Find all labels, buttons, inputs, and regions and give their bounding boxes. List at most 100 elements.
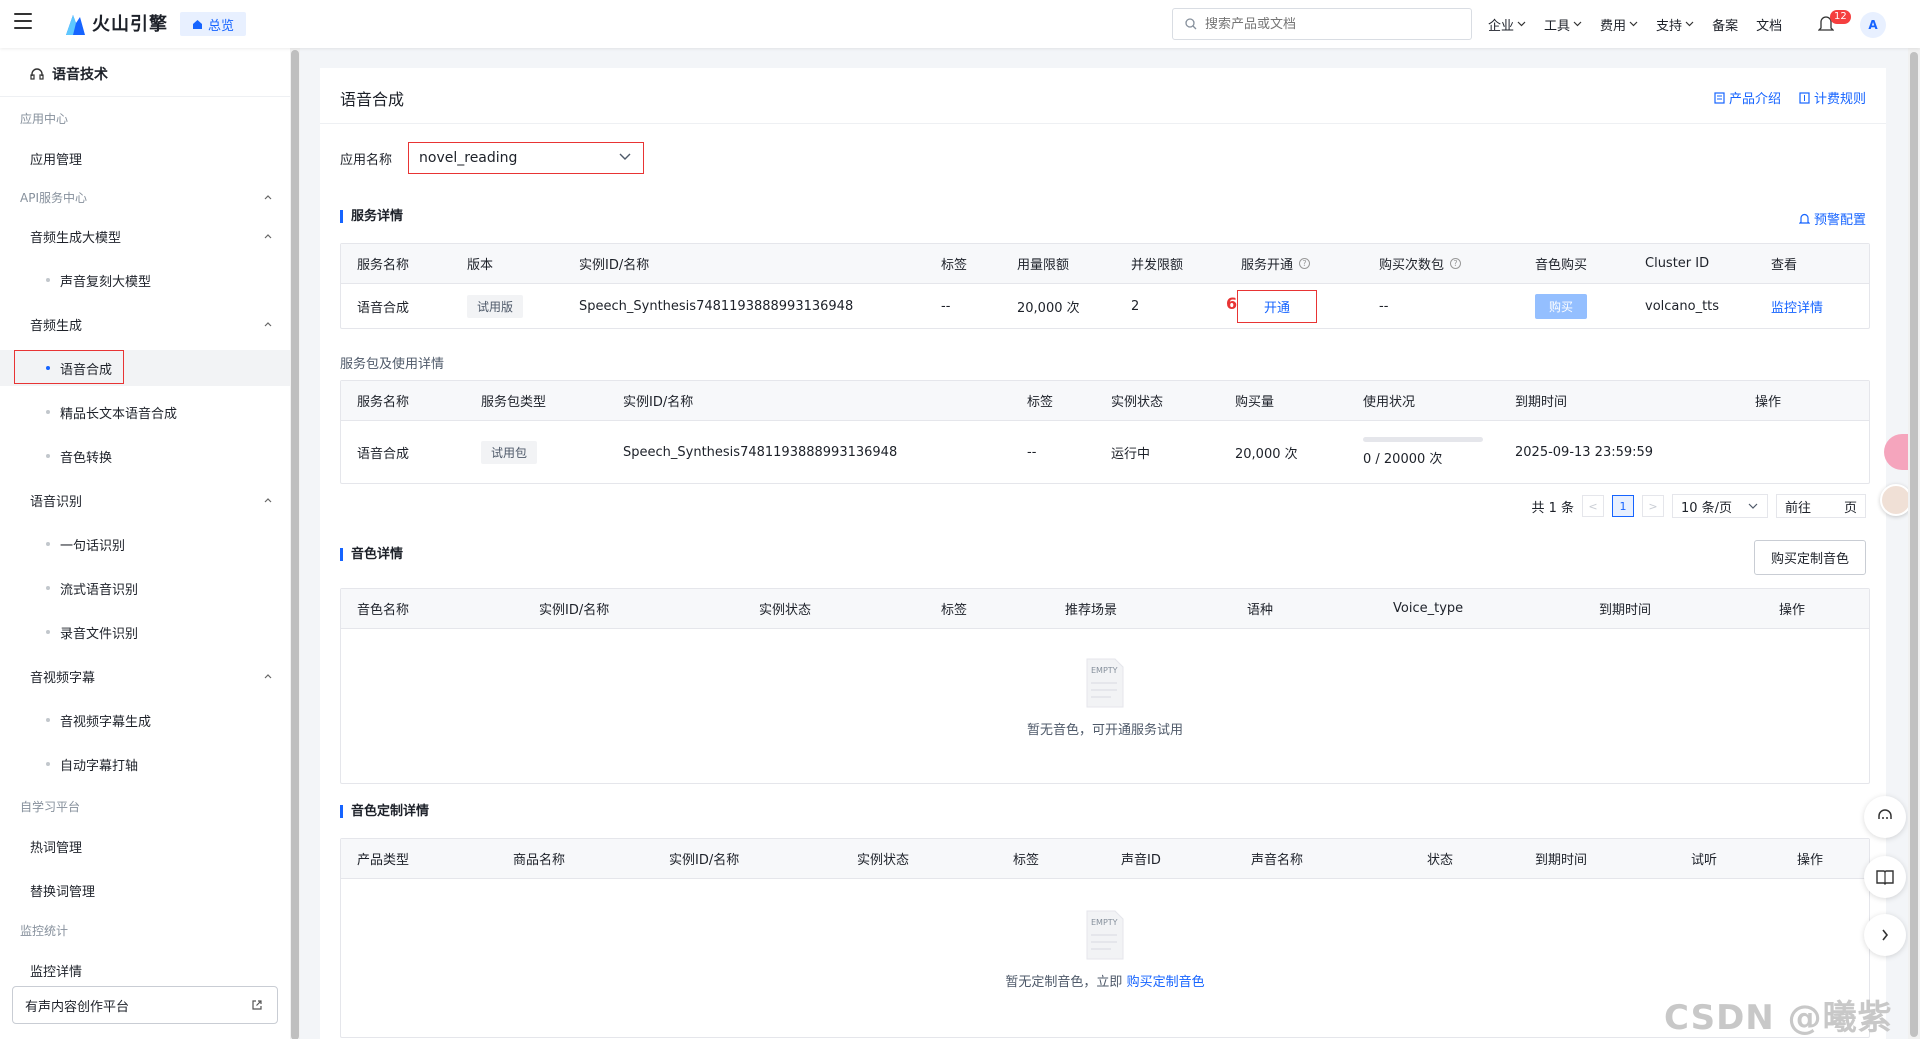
app-name-row: 应用名称 novel_reading xyxy=(340,142,645,174)
nav-billing[interactable]: 费用 xyxy=(1600,15,1638,34)
sidebar-item-asr[interactable]: 语音识别 xyxy=(0,482,290,518)
table-header: 服务名称 服务包类型 实例ID/名称 标签 实例状态 购买量 使用状况 到期时间… xyxy=(341,381,1869,421)
divider xyxy=(0,96,290,97)
app-name-value: novel_reading xyxy=(419,150,518,166)
table-header: 音色名称 实例ID/名称 实例状态 标签 推荐场景 语种 Voice_type … xyxy=(341,589,1869,629)
app-name-select[interactable]: novel_reading xyxy=(408,142,645,174)
col-instance: 实例ID/名称 xyxy=(623,395,694,410)
audio-creation-platform-link[interactable]: 有声内容创作平台 xyxy=(12,986,278,1024)
main-panel: 语音合成 产品介绍 计费规则 应用名称 novel_reading 服务详情 预… xyxy=(320,68,1886,1039)
goto-page-input[interactable]: 前往页 xyxy=(1776,494,1866,518)
tag-value: -- xyxy=(941,298,951,314)
nav-enterprise[interactable]: 企业 xyxy=(1488,15,1526,34)
empty-state: EMPTY 暂无定制音色，立即 购买定制音色 xyxy=(341,909,1869,990)
chevron-down-icon xyxy=(619,153,631,160)
menu-icon[interactable] xyxy=(14,13,32,29)
service-detail-table: 服务名称 版本 实例ID/名称 标签 用量限额 并发限额 服务开通? 购买次数包… xyxy=(340,243,1870,329)
col-expire: 到期时间 xyxy=(1599,603,1652,618)
cluster-id: volcano_tts xyxy=(1645,298,1720,314)
sidebar-item-av-subtitle-gen[interactable]: 音视频字幕生成 xyxy=(0,702,290,738)
open-service-button[interactable]: 6 开通 xyxy=(1226,289,1318,323)
sidebar-item-auto-subtitle-align[interactable]: 自动字幕打轴 xyxy=(0,746,290,782)
voice-buy-button[interactable]: 购买 xyxy=(1535,293,1588,319)
sidebar-item-voice-clone-llm[interactable]: 声音复刻大模型 xyxy=(0,262,290,298)
help-icon[interactable]: ? xyxy=(1299,258,1311,269)
usage-progress-bar xyxy=(1363,437,1483,442)
buy-packs: -- xyxy=(1379,298,1389,314)
sidebar-item-av-subtitle[interactable]: 音视频字幕 xyxy=(0,658,290,694)
overview-tag[interactable]: 总览 xyxy=(180,12,247,36)
col-cluster-id: Cluster ID xyxy=(1645,256,1710,271)
version-cell: 试用版 xyxy=(467,284,524,328)
chevron-right-icon xyxy=(1882,929,1889,941)
prev-page-button[interactable]: < xyxy=(1582,495,1604,517)
sidebar-item-app-mgmt[interactable]: 应用管理 xyxy=(0,140,290,176)
sidebar-item-audio-gen[interactable]: 音频生成 xyxy=(0,306,290,342)
page-number[interactable]: 1 xyxy=(1612,495,1634,517)
search-box[interactable] xyxy=(1172,8,1472,40)
sidebar-item-voice-conversion[interactable]: 音色转换 xyxy=(0,438,290,474)
billing-rules-link[interactable]: 计费规则 xyxy=(1799,88,1866,107)
concurrency: 2 xyxy=(1131,298,1140,314)
alert-config-link[interactable]: 预警配置 xyxy=(1798,209,1866,228)
status-value: 运行中 xyxy=(1111,446,1151,462)
buy-custom-voice-button[interactable]: 购买定制音色 xyxy=(1753,540,1866,575)
sidebar-title: 语音技术 xyxy=(30,64,108,84)
headset-icon xyxy=(30,68,44,80)
expand-button[interactable] xyxy=(1864,914,1906,956)
sidebar-group-api-center[interactable]: API服务中心 xyxy=(0,179,290,215)
sidebar-item-monitor-detail[interactable]: 监控详情 xyxy=(0,952,290,988)
table-row: 语音合成 试用版 Speech_Synthesis748119388899313… xyxy=(341,284,1869,328)
col-view: 查看 xyxy=(1771,258,1798,273)
sidebar-item-sentence-asr[interactable]: 一句话识别 xyxy=(0,526,290,562)
version-tag: 试用版 xyxy=(467,294,524,318)
sidebar-item-premium-long-tts[interactable]: 精品长文本语音合成 xyxy=(0,394,290,430)
watermark: CSDN @曦紫沐 xyxy=(1664,998,1893,1038)
monitor-detail-link[interactable]: 监控详情 xyxy=(1771,284,1823,328)
table-header: 服务名称 版本 实例ID/名称 标签 用量限额 并发限额 服务开通? 购买次数包… xyxy=(341,244,1869,284)
custom-voice-detail-title: 音色定制详情 xyxy=(340,805,429,818)
empty-icon: EMPTY xyxy=(1086,658,1124,708)
page-title: 语音合成 xyxy=(340,90,405,109)
nav-tools[interactable]: 工具 xyxy=(1544,15,1582,34)
top-nav: 企业 工具 费用 支持 备案 文档 xyxy=(1488,0,1800,48)
instance-id: Speech_Synthesis7481193888993136948 xyxy=(579,298,854,314)
buy-custom-voice-link[interactable]: 购买定制音色 xyxy=(1127,975,1205,990)
page-scrollbar[interactable] xyxy=(1908,48,1920,1039)
package-type-tag: 试用包 xyxy=(481,440,538,464)
sidebar-item-hotword-mgmt[interactable]: 热词管理 xyxy=(0,828,290,864)
sidebar-group-monitoring: 监控统计 xyxy=(20,923,69,938)
avatar[interactable]: A xyxy=(1860,12,1886,38)
usage-text: 0 / 20000 次 xyxy=(1363,452,1443,467)
col-expire: 到期时间 xyxy=(1515,395,1568,410)
col-product-name: 商品名称 xyxy=(513,853,566,868)
step-marker: 6 xyxy=(1226,293,1238,313)
empty-state: EMPTY 暂无音色，可开通服务试用 xyxy=(341,657,1869,738)
col-actions: 操作 xyxy=(1797,853,1824,868)
sidebar-scrollbar[interactable] xyxy=(290,48,300,1039)
page-header: 语音合成 产品介绍 计费规则 xyxy=(320,68,1886,124)
col-buy-packs: 购买次数包? xyxy=(1379,244,1462,283)
docs-button[interactable] xyxy=(1864,856,1906,898)
col-status: 实例状态 xyxy=(1111,395,1164,410)
nav-docs[interactable]: 文档 xyxy=(1756,15,1782,34)
search-input[interactable] xyxy=(1205,16,1445,32)
sidebar-item-file-asr[interactable]: 录音文件识别 xyxy=(0,614,290,650)
nav-filing[interactable]: 备案 xyxy=(1712,15,1738,34)
sidebar-item-replace-word-mgmt[interactable]: 替换词管理 xyxy=(0,872,290,908)
customer-service-button[interactable] xyxy=(1864,796,1906,838)
custom-voice-table: 产品类型 商品名称 实例ID/名称 实例状态 标签 声音ID 声音名称 状态 到… xyxy=(340,838,1870,1038)
product-intro-link[interactable]: 产品介绍 xyxy=(1714,88,1781,107)
logo[interactable]: 火山引擎 xyxy=(64,10,168,36)
notification-button[interactable]: 12 xyxy=(1818,10,1851,34)
external-link-icon xyxy=(252,1000,262,1010)
voice-detail-title: 音色详情 xyxy=(340,548,403,561)
col-tag: 标签 xyxy=(1027,395,1054,410)
nav-support[interactable]: 支持 xyxy=(1656,15,1694,34)
next-page-button[interactable]: > xyxy=(1642,495,1664,517)
sidebar-item-streaming-asr[interactable]: 流式语音识别 xyxy=(0,570,290,606)
help-icon[interactable]: ? xyxy=(1450,258,1462,269)
sidebar-item-audio-gen-llm[interactable]: 音频生成大模型 xyxy=(0,218,290,254)
page-size-select[interactable]: 10 条/页 xyxy=(1672,494,1768,518)
col-instance: 实例ID/名称 xyxy=(579,258,650,273)
